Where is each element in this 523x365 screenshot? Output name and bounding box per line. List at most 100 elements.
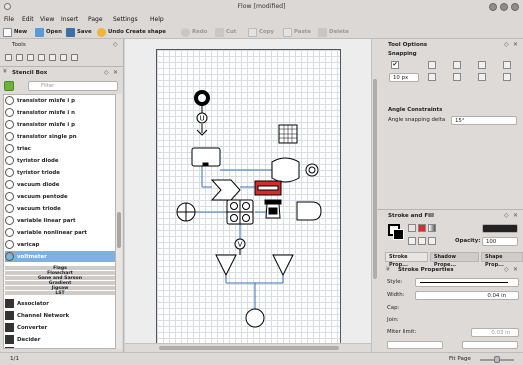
stencil-item[interactable]: Decider [5,334,115,345]
snap-bounding-icon[interactable] [453,73,461,81]
menu-view[interactable]: View [40,16,54,23]
angle-snapping-spinbox[interactable]: 15° [451,116,517,125]
cut-button[interactable]: Cut [215,27,236,37]
solid-fill-icon[interactable] [418,224,426,232]
snap-toggle-checkbox[interactable]: ✔ [391,61,399,69]
close-icon[interactable]: ✕ [113,69,121,77]
minimize-button[interactable] [489,3,497,11]
connectors[interactable] [192,154,285,312]
menu-file[interactable]: File [4,16,14,23]
stencil-category-header[interactable]: LST [5,290,115,296]
menu-settings[interactable]: Settings [113,16,138,23]
canvas-horizontal-scrollbar[interactable] [125,343,371,352]
save-button[interactable]: Save [66,27,92,37]
snap-distance-spinbox[interactable]: 10 px [389,73,419,82]
stencil-list[interactable]: transistor misfe i p transistor misfe i n… [3,94,116,349]
menu-insert[interactable]: Insert [61,16,78,23]
stencil-item[interactable]: transistor misfe i p [5,95,115,106]
scroll-thumb[interactable] [373,79,377,279]
float-icon[interactable]: ◇ [504,266,512,274]
float-icon[interactable]: ◇ [504,41,512,49]
stencil-item[interactable]: transistor single pn [5,131,115,142]
end-marker-select[interactable] [462,341,518,349]
stencil-item[interactable]: vacuum pentode [5,191,115,202]
maximize-button[interactable] [500,3,508,11]
scroll-thumb[interactable] [159,346,339,350]
close-button[interactable] [511,3,519,11]
shapes[interactable]: U V [176,90,322,328]
add-stencil-icon[interactable] [4,81,14,91]
path-tool-icon[interactable] [16,54,23,61]
paint-icon[interactable] [428,237,436,245]
stencil-item[interactable]: Associator [5,298,115,309]
stencil-item[interactable]: tyristor triode [5,167,115,178]
menu-page[interactable]: Page [88,16,103,23]
canvas-area[interactable]: U V [125,39,371,352]
stroke-icon[interactable] [418,237,426,245]
stencil-item[interactable]: voltmeter [5,251,115,262]
stencil-scrollbar[interactable] [116,94,122,349]
stencil-item[interactable]: varicap [5,239,115,250]
pattern-fill-icon[interactable] [408,237,416,245]
stencil-item[interactable]: Channel Network [5,310,115,321]
opacity-spinbox[interactable]: 100 [482,237,518,246]
diagram-page[interactable]: U V [156,49,341,344]
collapse-icon[interactable]: ¥ [3,68,11,76]
gradient-tool-icon[interactable] [71,54,78,61]
snap-orthogonal-icon[interactable] [428,61,436,69]
text-tool-icon[interactable] [60,54,67,61]
color-selector[interactable] [482,224,518,233]
snap-extension-icon[interactable] [478,61,486,69]
tab-shadow-properties[interactable]: Shadow Prope... [429,252,480,268]
fill-swatch[interactable] [393,229,404,240]
scroll-thumb[interactable] [117,212,121,248]
zoom-slider-handle[interactable] [494,356,500,363]
stencil-item[interactable]: tyristor diode [5,155,115,166]
zoom-select[interactable]: Fit Page [449,356,471,362]
tab-stroke-properties[interactable]: Stroke Prop... [385,252,428,268]
float-icon[interactable]: ◇ [104,69,112,77]
stencil-item[interactable]: transistor misfe i p [5,119,115,130]
select-tool-icon[interactable] [5,54,12,61]
close-icon[interactable]: ✕ [513,266,521,274]
snap-guide-icon[interactable] [503,73,511,81]
stroke-style-select[interactable] [415,278,519,287]
float-icon[interactable]: ◇ [504,212,512,220]
collapse-icon[interactable]: ¥ [386,266,394,274]
miter-limit-spinbox[interactable]: 0.03 in [471,328,519,337]
snap-node-icon[interactable] [453,61,461,69]
stencil-item[interactable]: Converter [5,322,115,333]
close-icon[interactable]: ✕ [513,212,521,220]
connector-tool-icon[interactable] [49,54,56,61]
open-button[interactable]: Open [35,27,62,37]
stencil-filter-input[interactable]: Filter [28,81,118,91]
menu-help[interactable]: Help [150,16,164,23]
redo-button[interactable]: Redo [181,27,207,37]
stroke-width-spinbox[interactable]: 0.04 in [415,291,519,300]
snap-grid-icon[interactable] [428,73,436,81]
delete-button[interactable]: Delete [318,27,349,37]
stencil-item[interactable]: vacuum diode [5,179,115,190]
new-button[interactable]: New [3,27,27,37]
close-icon[interactable]: ✕ [513,41,521,49]
stencil-item[interactable]: triac [5,143,115,154]
stencil-item[interactable]: variable nonlinear part [5,227,115,238]
diagram-svg[interactable]: U V [157,50,342,345]
paste-button[interactable]: Paste [283,27,311,37]
snap-line-icon[interactable] [478,73,486,81]
undo-button[interactable]: Undo Create shape [97,27,166,37]
stroke-fill-swatch[interactable] [388,224,404,240]
float-icon[interactable]: ◇ [113,41,121,49]
gradient-fill-icon[interactable] [428,224,436,232]
menu-edit[interactable]: Edit [22,16,34,23]
snap-intersection-icon[interactable] [503,61,511,69]
canvas-vertical-scrollbar[interactable] [371,39,378,352]
stencil-item[interactable]: transistor misfe i n [5,107,115,118]
tab-shape-properties[interactable]: Shape Prop... [481,252,523,268]
stencil-item[interactable]: Decode Subsystem [5,346,115,348]
no-fill-icon[interactable] [408,224,416,232]
zoom-tool-icon[interactable] [38,54,45,61]
stencil-item[interactable]: vacuum triode [5,203,115,214]
copy-button[interactable]: Copy [248,27,274,37]
stencil-item[interactable]: variable linear part [5,215,115,226]
